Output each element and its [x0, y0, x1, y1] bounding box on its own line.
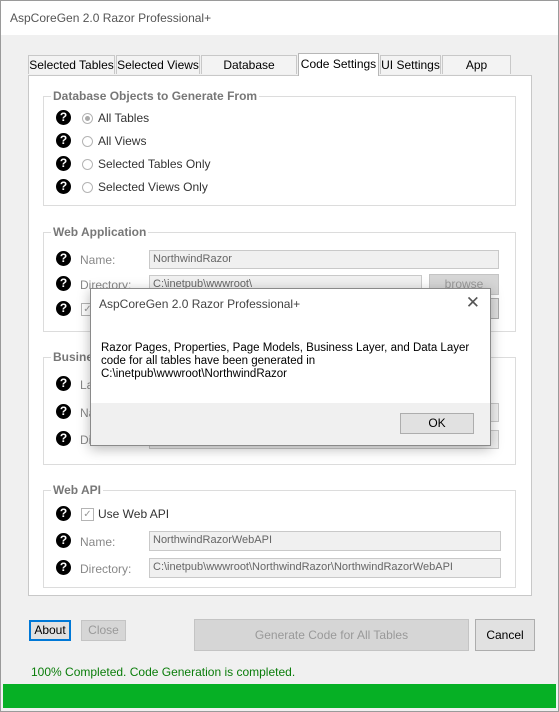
help-icon[interactable]: ? [56, 110, 71, 125]
tab-selected-views[interactable]: Selected Views [116, 55, 200, 74]
close-button[interactable]: Close [81, 620, 126, 641]
title-bar: AspCoreGen 2.0 Razor Professional+ [1, 1, 558, 35]
web-api-title: Web API [51, 483, 104, 497]
help-icon[interactable]: ? [56, 560, 71, 575]
tab-ui-settings[interactable]: UI Settings [380, 55, 441, 74]
all-tables-label: All Tables [98, 111, 150, 125]
help-icon[interactable]: ? [56, 301, 71, 316]
generate-code-button[interactable]: Generate Code for All Tables [194, 619, 469, 651]
help-icon[interactable]: ? [56, 276, 71, 291]
tab-code-settings[interactable]: Code Settings [298, 53, 379, 76]
radio-all-tables[interactable] [82, 113, 93, 124]
web-app-title: Web Application [51, 225, 149, 239]
help-icon[interactable]: ? [56, 156, 71, 171]
help-icon[interactable]: ? [56, 251, 71, 266]
help-icon[interactable]: ? [56, 133, 71, 148]
use-web-api-label: Use Web API [98, 507, 170, 521]
web-api-dir-field[interactable]: C:\inetpub\wwwroot\NorthwindRazor\Northw… [149, 558, 501, 578]
progress-bar [3, 684, 556, 708]
close-icon[interactable]: ✕ [466, 293, 480, 313]
web-app-name-field[interactable]: NorthwindRazor [149, 250, 499, 269]
use-web-api-checkbox[interactable]: ✓ [81, 508, 94, 521]
web-api-name-field[interactable]: NorthwindRazorWebAPI [149, 531, 501, 551]
radio-all-views[interactable] [82, 136, 93, 147]
dialog-message-line: C:\inetpub\wwwroot\NorthwindRazor [101, 368, 287, 380]
db-objects-title: Database Objects to Generate From [51, 89, 260, 103]
dialog-message-line: code for all tables have been generated … [101, 355, 316, 367]
business-title: Busine [51, 350, 96, 364]
ok-button[interactable]: OK [400, 413, 474, 434]
dialog-message-line: Razor Pages, Properties, Page Models, Bu… [101, 342, 470, 354]
tab-selected-tables[interactable]: Selected Tables [28, 55, 115, 74]
dialog-title: AspCoreGen 2.0 Razor Professional+ [99, 297, 301, 311]
tab-app-settings[interactable]: App Settings [442, 55, 511, 91]
selected-views-label: Selected Views Only [98, 180, 208, 194]
help-icon[interactable]: ? [56, 506, 71, 521]
radio-selected-tables[interactable] [82, 159, 93, 170]
help-icon[interactable]: ? [56, 376, 71, 391]
web-app-name-label: Name: [80, 253, 116, 267]
message-dialog: AspCoreGen 2.0 Razor Professional+ ✕ Raz… [90, 288, 491, 446]
cancel-button[interactable]: Cancel [475, 619, 535, 651]
web-api-dir-label: Directory: [80, 562, 132, 576]
about-button[interactable]: About [29, 620, 71, 641]
tab-database-settings[interactable]: Database Settings [201, 55, 297, 91]
window-title: AspCoreGen 2.0 Razor Professional+ [10, 11, 212, 25]
help-icon[interactable]: ? [56, 533, 71, 548]
web-api-name-label: Name: [80, 535, 116, 549]
help-icon[interactable]: ? [56, 431, 71, 446]
status-text: 100% Completed. Code Generation is compl… [31, 665, 296, 679]
radio-selected-views[interactable] [82, 182, 93, 193]
main-window: AspCoreGen 2.0 Razor Professional+ Selec… [0, 0, 559, 712]
dialog-message: Razor Pages, Properties, Page Models, Bu… [101, 342, 471, 381]
all-views-label: All Views [98, 134, 147, 148]
help-icon[interactable]: ? [56, 404, 71, 419]
selected-tables-label: Selected Tables Only [98, 157, 211, 171]
help-icon[interactable]: ? [56, 179, 71, 194]
